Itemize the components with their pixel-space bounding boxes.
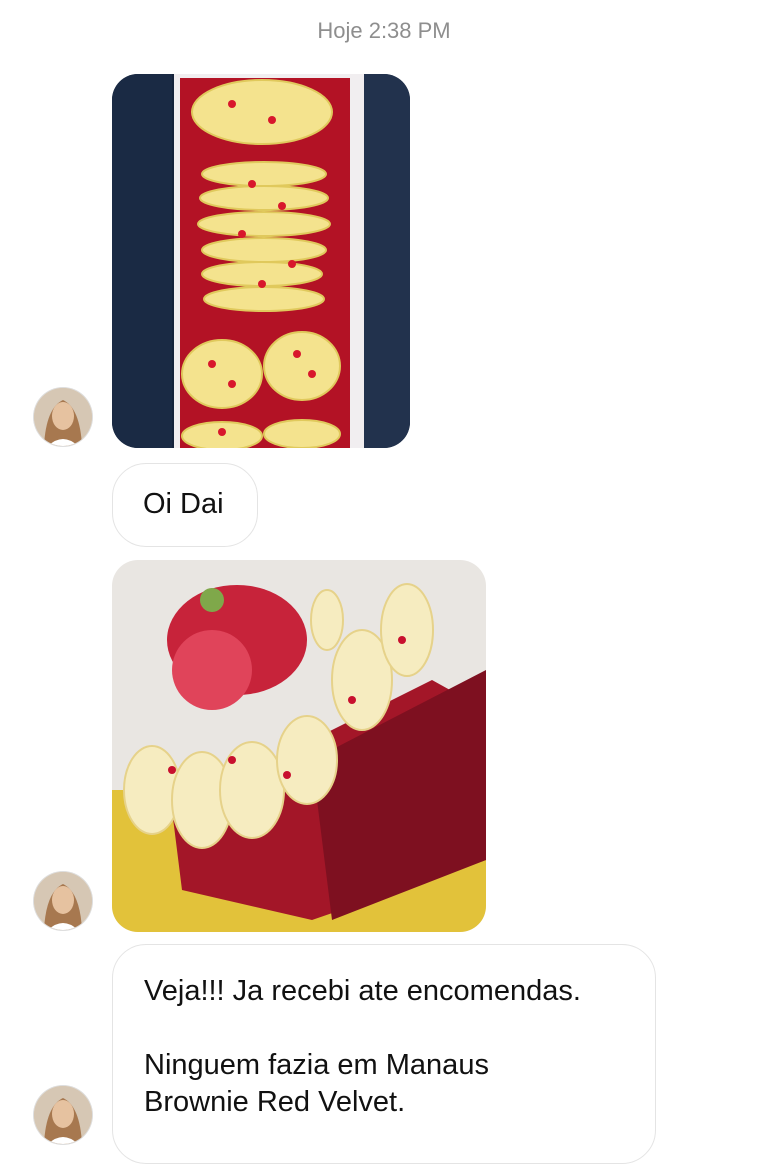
avatar-portrait xyxy=(34,872,92,930)
image-message-brownies-box[interactable] xyxy=(112,74,410,448)
message-text-line xyxy=(144,1010,625,1047)
message-text: Oi Dai xyxy=(143,488,224,520)
message-bubble[interactable]: Oi Dai xyxy=(112,463,258,547)
profile-avatar-icon[interactable] xyxy=(34,388,92,446)
message-text-line: Brownie Red Velvet. xyxy=(144,1086,406,1118)
message-text-line: Veja!!! Ja recebi ate encomendas. xyxy=(144,975,581,1007)
brownies-box-photo xyxy=(112,74,410,448)
profile-avatar-icon[interactable] xyxy=(34,872,92,930)
message-bubble[interactable]: Veja!!! Ja recebi ate encomendas. Ningue… xyxy=(112,944,656,1164)
message-text-line: Ninguem fazia em Manaus xyxy=(144,1049,489,1081)
avatar-portrait xyxy=(34,1086,92,1144)
profile-avatar-icon[interactable] xyxy=(34,1086,92,1144)
image-message-brownie-slice[interactable] xyxy=(112,560,486,932)
avatar-portrait xyxy=(34,388,92,446)
message-timestamp: Hoje 2:38 PM xyxy=(317,18,451,43)
brownie-slice-photo xyxy=(112,560,486,932)
